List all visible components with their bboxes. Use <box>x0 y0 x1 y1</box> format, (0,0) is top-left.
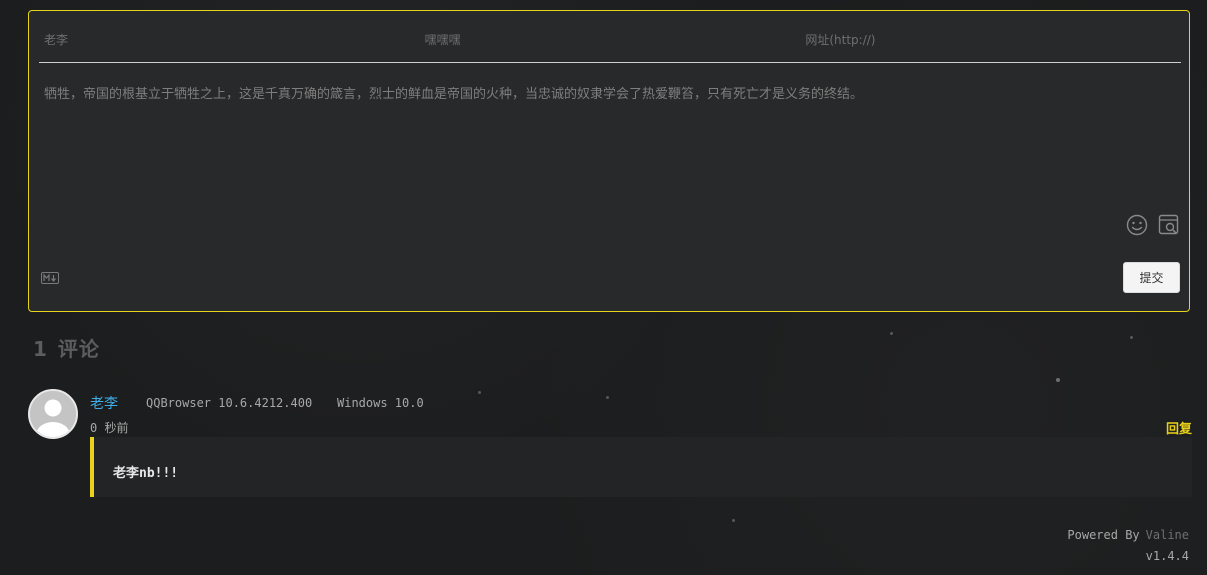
comment-header-fields <box>39 25 1182 63</box>
comment-time: 0 秒前 <box>90 421 129 435</box>
comment-browser: QQBrowser 10.6.4212.400 <box>146 396 313 410</box>
snow-dot <box>1130 336 1133 339</box>
snow-dot <box>606 396 609 399</box>
emoji-icon[interactable] <box>1126 214 1148 236</box>
markdown-icon[interactable] <box>41 269 59 284</box>
comment-count-number: 1 <box>33 337 48 361</box>
comment-text: 老李nb!!! <box>113 466 179 481</box>
snow-dot <box>1056 378 1060 382</box>
nick-input[interactable] <box>39 25 420 55</box>
avatar-placeholder-icon <box>30 391 76 437</box>
comment-textarea[interactable] <box>39 79 1179 209</box>
comment-count-label: 评论 <box>57 337 100 361</box>
comment-nick-link[interactable]: 老李 <box>90 393 118 413</box>
valine-link[interactable]: Valine <box>1146 528 1189 542</box>
avatar <box>28 389 78 439</box>
powered-by-label: Powered By <box>1067 528 1140 542</box>
snow-dot <box>732 519 735 522</box>
mail-input[interactable] <box>419 25 801 55</box>
comment-panel: 提交 <box>28 10 1190 312</box>
comment-os: Windows 10.0 <box>337 396 424 410</box>
submit-button[interactable]: 提交 <box>1123 262 1180 293</box>
reply-button[interactable]: 回复 <box>1166 418 1192 437</box>
link-input[interactable] <box>800 25 1182 55</box>
preview-icon[interactable] <box>1158 214 1180 236</box>
snow-dot <box>478 391 481 394</box>
snow-dot <box>890 332 893 335</box>
comment-content: 老李nb!!! <box>90 437 1192 497</box>
version-label: v1.4.4 <box>1145 549 1189 563</box>
comment-count: 1 评论 <box>33 333 100 362</box>
powered-by: Powered By Valine <box>1067 528 1189 542</box>
